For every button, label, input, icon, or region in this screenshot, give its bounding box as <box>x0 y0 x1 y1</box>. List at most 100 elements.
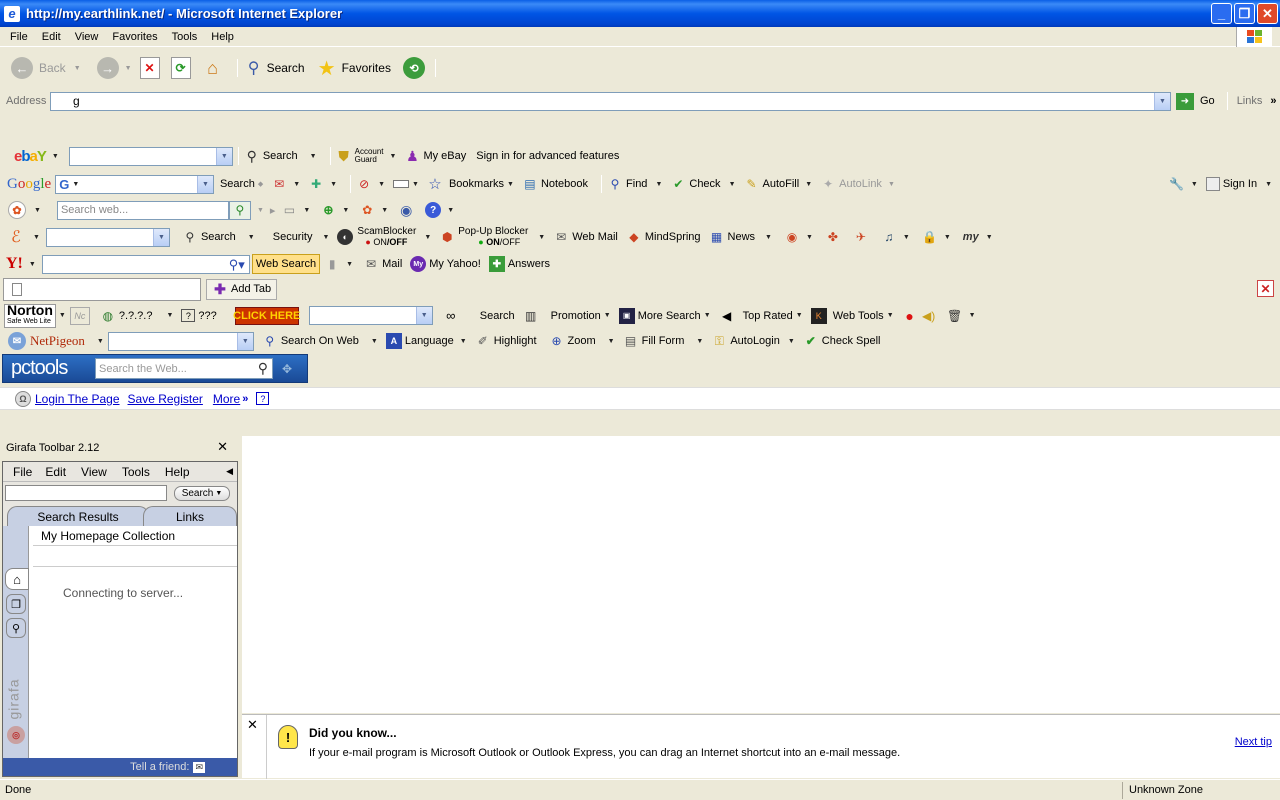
add-icon[interactable]: ⊕ <box>320 202 336 218</box>
browser-tab[interactable] <box>3 277 201 301</box>
stop-button[interactable]: ✕ <box>137 55 166 81</box>
my-ebay-button[interactable]: ♟ My eBay <box>404 148 466 164</box>
help-icon[interactable]: ? <box>425 202 442 218</box>
pctools-search-input[interactable]: Search the Web... ⚲ <box>95 358 273 379</box>
home-icon[interactable]: ⌂ <box>5 568 29 590</box>
netpigeon-search-input[interactable]: ▼ <box>107 331 254 351</box>
window-icon[interactable]: ▭ <box>281 202 297 218</box>
chevron-down-icon[interactable]: ▼ <box>415 307 432 324</box>
chart-icon[interactable]: ▥ <box>523 308 539 324</box>
settings-button[interactable]: 🔧 ▼ <box>1169 176 1197 192</box>
arrow-right-icon[interactable]: ▸ <box>270 204 276 217</box>
next-tip-link[interactable]: Next tip <box>1235 736 1272 748</box>
answers-button[interactable]: ✚ Answers <box>488 256 550 272</box>
girafa-menu-tools[interactable]: Tools <box>122 465 150 479</box>
volume-icon[interactable]: ◀) <box>921 308 937 324</box>
girafa-menu-help[interactable]: Help <box>165 465 190 479</box>
norton-logo[interactable]: Norton Safe Web Lite <box>4 303 56 328</box>
popup-blocked-button[interactable]: ⊘ ▼ <box>356 176 385 192</box>
earthlink-logo-icon[interactable]: ℰ <box>8 229 24 246</box>
tab-links[interactable]: Links <box>143 506 237 526</box>
scamblocker-button[interactable]: ◐ ScamBlocker ● ON/OFF ▼ <box>337 227 431 247</box>
menu-edit[interactable]: Edit <box>42 31 61 43</box>
yahoo-logo[interactable]: Y! <box>6 255 23 273</box>
chevron-down-icon[interactable]: ▼ <box>1154 92 1170 110</box>
menu-favorites[interactable]: Favorites <box>112 31 157 43</box>
more-search-button[interactable]: ▣ More Search ▼ <box>618 307 711 324</box>
girafa-menu-edit[interactable]: Edit <box>45 465 66 479</box>
my-yahoo-button[interactable]: My My Yahoo! <box>410 256 481 272</box>
more-link[interactable]: More <box>213 392 240 406</box>
highlight-button[interactable]: ✐ Highlight <box>475 333 537 349</box>
ebay-search-input[interactable]: ▼ <box>68 146 233 166</box>
google-search-input[interactable]: G ▼ ▼ <box>55 174 214 194</box>
yahoo-web-search-button[interactable]: Web Search <box>251 254 321 274</box>
messenger-icon[interactable]: ◉ <box>398 202 414 218</box>
search-button[interactable]: ⚲ Search <box>243 55 308 81</box>
check-spell-button[interactable]: ✔ Check Spell <box>803 333 881 349</box>
maximize-button[interactable]: ❐ <box>1234 3 1255 24</box>
close-sidebar-icon[interactable]: ✕ <box>217 439 228 455</box>
menu-help[interactable]: Help <box>211 31 234 43</box>
my-icon[interactable]: my <box>963 231 979 243</box>
promotion-button[interactable]: Promotion ▼ <box>551 310 611 322</box>
forward-button[interactable]: → ▼ <box>94 55 135 81</box>
chevron-right-icon[interactable]: » <box>1270 95 1276 107</box>
save-register-link[interactable]: Save Register <box>128 392 203 406</box>
search-icon[interactable]: ⚲ <box>258 360 268 377</box>
fill-form-button[interactable]: ▤ Fill Form ▼ <box>623 333 703 349</box>
google-apps-button[interactable]: ✚ ▼ <box>308 176 337 192</box>
binoculars-icon[interactable]: ∞ <box>443 308 459 324</box>
refresh-button[interactable]: ⟳ <box>168 55 197 81</box>
pencil-icon[interactable]: ▮ <box>324 256 340 272</box>
netpigeon-brand[interactable]: NetPigeon <box>30 333 85 349</box>
find-button[interactable]: ⚲ Find ▼ <box>607 176 663 192</box>
favorites-button[interactable]: ★ Favorites <box>316 55 394 81</box>
close-tip-icon[interactable]: ✕ <box>247 717 258 733</box>
history-button[interactable]: ⟲ <box>400 55 428 81</box>
bookmarks-button[interactable]: ☆ Bookmarks ▼ <box>427 176 514 193</box>
web-mail-button[interactable]: ✉ Web Mail <box>553 229 618 245</box>
ebay-sign-in-text[interactable]: Sign in for advanced features <box>476 150 619 162</box>
search-page-icon[interactable]: ⚲ <box>6 618 26 638</box>
page-content[interactable] <box>242 436 1280 713</box>
autofill-button[interactable]: ✎ AutoFill ▼ <box>744 176 812 192</box>
search-icon[interactable]: ⚲▾ <box>229 257 245 273</box>
account-guard-button[interactable]: ⛊ Account Guard ▼ <box>336 148 396 164</box>
notebook-button[interactable]: ▤ Notebook <box>522 176 588 192</box>
puzzle-icon[interactable]: ✥ <box>279 361 295 377</box>
home-button[interactable]: ⌂ <box>199 55 230 81</box>
menu-view[interactable]: View <box>75 31 99 43</box>
menu-file[interactable]: File <box>10 31 28 43</box>
ebay-logo[interactable]: ebaY <box>14 148 47 165</box>
mindspring-button[interactable]: ◆ MindSpring <box>626 229 700 245</box>
ebay-search-button[interactable]: ⚲ Search ▼ <box>244 148 317 164</box>
norton-search-input[interactable]: ▼ <box>308 306 433 325</box>
language-button[interactable]: A Language ▼ <box>385 333 467 349</box>
add-tab-button[interactable]: ✚ Add Tab <box>206 278 278 300</box>
chevron-down-icon[interactable]: ▼ <box>196 175 213 193</box>
login-the-page-link[interactable]: Login The Page <box>35 392 120 406</box>
earthlink-search-button[interactable]: ⚲ Search ▼ <box>182 229 255 245</box>
butterfly-icon[interactable]: ✿ <box>359 202 375 218</box>
click-here-button[interactable]: CLICK HERE <box>233 306 300 325</box>
popup-blocker-button[interactable]: ⬢ Pop-Up Blocker ● ON/OFF ▼ <box>439 227 545 248</box>
close-button[interactable]: ✕ <box>1257 3 1278 24</box>
gamepad-icon[interactable]: ✤ <box>825 229 841 245</box>
google-bar-field-button[interactable]: ▼ <box>393 180 419 188</box>
site-rating-button[interactable]: ◍?.?.?.? ▼ <box>100 308 174 324</box>
google-sign-in-button[interactable]: Sign In ▼ <box>1205 177 1272 191</box>
msn-butterfly-icon[interactable]: ✿ <box>8 201 26 219</box>
envelope-icon[interactable]: ✉ <box>193 761 205 773</box>
chevron-down-icon[interactable]: ▼ <box>215 147 232 165</box>
girafa-menu-view[interactable]: View <box>81 465 107 479</box>
game-icon[interactable]: ◉ <box>784 229 800 245</box>
check-button[interactable]: ✔ Check ▼ <box>670 176 735 192</box>
security-button[interactable]: Security ▼ <box>263 231 330 243</box>
pages-icon[interactable]: ❐ <box>6 594 26 614</box>
google-logo[interactable]: Google <box>7 176 51 193</box>
close-tab-button[interactable]: ✕ <box>1257 280 1274 297</box>
double-chevron-right-icon[interactable]: » <box>242 393 248 405</box>
lock-icon[interactable]: 🔒 <box>922 229 938 245</box>
links-label[interactable]: Links <box>1237 95 1263 107</box>
